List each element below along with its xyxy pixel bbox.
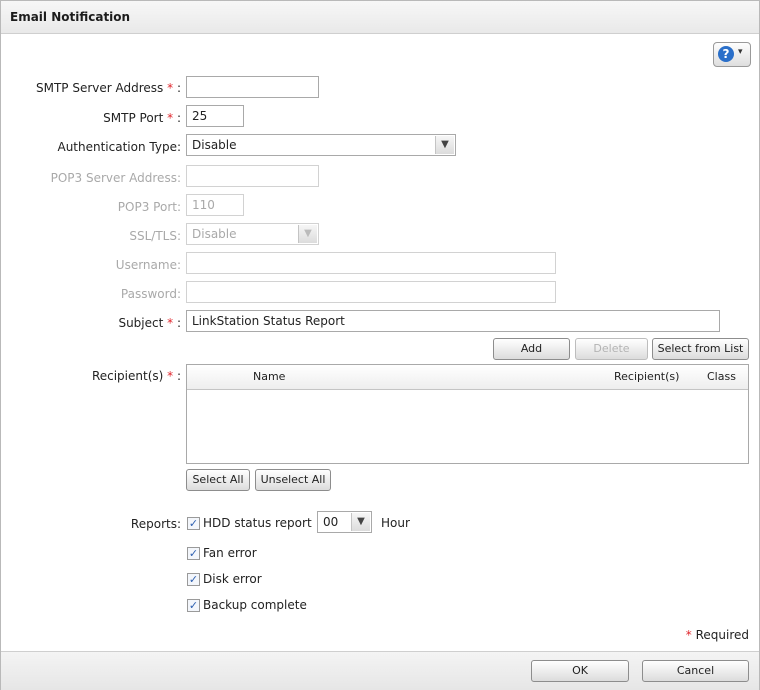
reports-label: Reports:	[130, 517, 181, 531]
add-button[interactable]: Add	[493, 338, 570, 360]
hour-select[interactable]: 00 ▼	[317, 511, 372, 533]
auth-type-label: Authentication Type:	[57, 140, 181, 154]
backup-complete-checkbox[interactable]: ✓	[187, 599, 200, 612]
column-header-class[interactable]: Class	[707, 370, 736, 383]
select-from-list-button[interactable]: Select from List	[652, 338, 749, 360]
hour-value: 00	[323, 515, 339, 529]
table-header: Name Recipient(s) Class	[187, 365, 748, 390]
pop3-port-input: 110	[186, 194, 244, 216]
chevron-down-icon: ▼	[298, 225, 317, 243]
help-button[interactable]: ? ▾	[713, 42, 751, 67]
pop3-server-input	[186, 165, 319, 187]
dialog-title: Email Notification	[10, 10, 131, 24]
ssl-tls-label: SSL/TLS:	[129, 229, 181, 243]
smtp-port-label: SMTP Port * :	[103, 111, 181, 125]
auth-type-value: Disable	[192, 138, 237, 152]
subject-label: Subject * :	[118, 316, 181, 330]
username-input	[186, 252, 556, 274]
fan-error-label: Fan error	[203, 546, 257, 560]
disk-error-label: Disk error	[203, 572, 262, 586]
email-notification-dialog: Email Notification ? ▾ SMTP Server Addre…	[0, 0, 760, 690]
cancel-button[interactable]: Cancel	[642, 660, 749, 682]
required-note: * Required	[685, 628, 749, 642]
ssl-tls-value: Disable	[192, 227, 237, 241]
fan-error-checkbox[interactable]: ✓	[187, 547, 200, 560]
help-icon: ?	[718, 46, 734, 62]
password-input	[186, 281, 556, 303]
disk-error-checkbox[interactable]: ✓	[187, 573, 200, 586]
hdd-status-checkbox[interactable]: ✓	[187, 517, 200, 530]
unselect-all-button[interactable]: Unselect All	[255, 469, 331, 491]
chevron-down-icon: ▼	[435, 136, 454, 154]
smtp-server-input[interactable]	[186, 76, 319, 98]
username-label: Username:	[115, 258, 181, 272]
dialog-footer: OK Cancel	[1, 651, 759, 690]
ssl-tls-select: Disable ▼	[186, 223, 319, 245]
smtp-server-label: SMTP Server Address * :	[36, 81, 181, 95]
column-header-name[interactable]: Name	[253, 370, 285, 383]
pop3-server-label: POP3 Server Address:	[50, 171, 181, 185]
password-label: Password:	[120, 287, 181, 301]
delete-button: Delete	[575, 338, 648, 360]
title-bar: Email Notification	[1, 1, 759, 34]
hdd-status-label: HDD status report	[203, 516, 312, 530]
select-all-button[interactable]: Select All	[186, 469, 250, 491]
smtp-port-input[interactable]: 25	[186, 105, 244, 127]
ok-button[interactable]: OK	[531, 660, 629, 682]
auth-type-select[interactable]: Disable ▼	[186, 134, 456, 156]
chevron-down-icon: ▾	[738, 47, 743, 57]
backup-complete-label: Backup complete	[203, 598, 307, 612]
hour-unit-label: Hour	[381, 516, 410, 530]
recipients-table[interactable]: Name Recipient(s) Class	[186, 364, 749, 464]
recipients-label: Recipient(s) * :	[91, 369, 181, 383]
pop3-port-label: POP3 Port:	[117, 200, 181, 214]
subject-input[interactable]: LinkStation Status Report	[186, 310, 720, 332]
column-header-recipients[interactable]: Recipient(s)	[614, 370, 679, 383]
chevron-down-icon: ▼	[351, 513, 370, 531]
